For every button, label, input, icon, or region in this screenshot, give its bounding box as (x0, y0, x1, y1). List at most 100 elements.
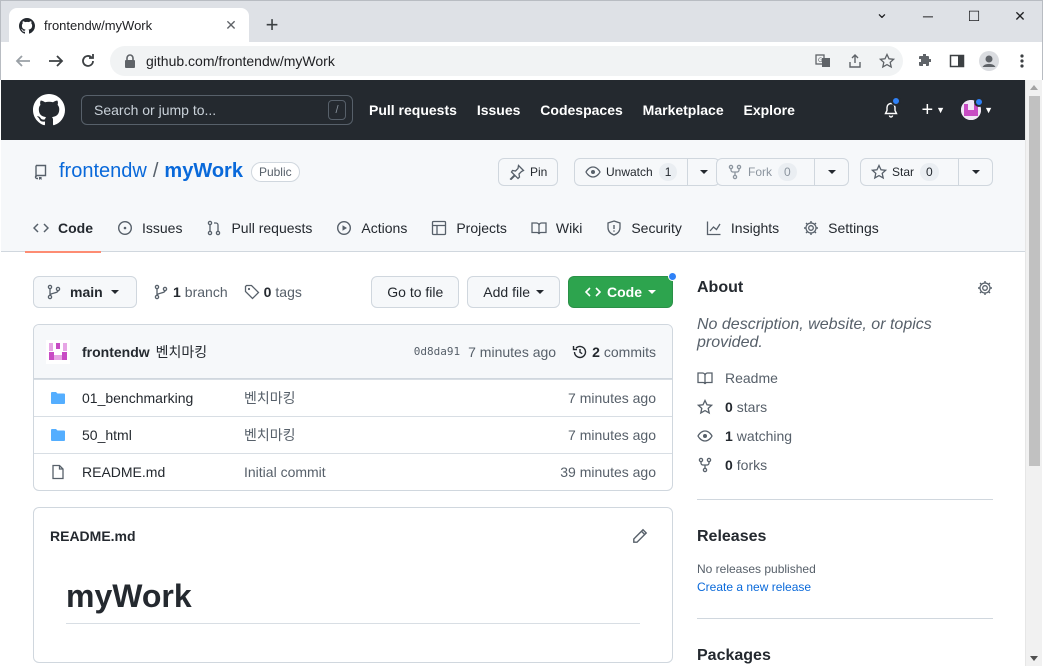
bookmark-star-icon[interactable] (871, 46, 903, 76)
translate-icon[interactable]: G (807, 46, 839, 76)
repo-icon (33, 164, 49, 180)
maximize-button[interactable]: ☐ (960, 7, 988, 25)
tab-label: Settings (828, 220, 879, 236)
go-to-file-button[interactable]: Go to file (371, 276, 460, 308)
create-release-link[interactable]: Create a new release (697, 580, 993, 594)
commit-history-link[interactable]: 2 commits (572, 344, 656, 360)
pencil-icon[interactable] (632, 528, 648, 544)
tab-title: frontendw/myWork (44, 18, 153, 33)
tab-code[interactable]: Code (25, 204, 101, 253)
commit-message-link[interactable]: 벤치마킹 (156, 342, 414, 362)
github-search-input[interactable]: Search or jump to... / (81, 95, 353, 125)
tab-projects[interactable]: Projects (423, 204, 515, 252)
forward-icon[interactable] (46, 51, 66, 71)
file-commit-message[interactable]: Initial commit (244, 464, 560, 480)
nav-pull-requests[interactable]: Pull requests (369, 102, 457, 118)
file-commit-message[interactable]: 벤치마킹 (244, 388, 568, 408)
caret-down-icon (827, 170, 836, 174)
pin-button[interactable]: Pin (498, 158, 559, 186)
branch-select-button[interactable]: main (33, 276, 137, 308)
file-name-link[interactable]: 01_benchmarking (82, 390, 244, 406)
header-right: + ▼ ▼ (883, 80, 993, 140)
readme-label: Readme (725, 370, 778, 386)
avatar[interactable] (46, 339, 70, 364)
pin-icon (509, 164, 525, 180)
tab-settings[interactable]: Settings (795, 204, 887, 252)
commit-count-word: commits (603, 343, 656, 360)
browser-tab[interactable]: frontendw/myWork ✕ (9, 8, 249, 43)
commit-sha-link[interactable]: 0d8da91 (414, 345, 460, 358)
file-commit-message[interactable]: 벤치마킹 (244, 425, 568, 445)
fork-label: Fork (748, 165, 772, 179)
folder-icon (50, 427, 66, 443)
star-dropdown-button[interactable] (959, 158, 993, 186)
tab-insights[interactable]: Insights (698, 204, 787, 252)
tab-security[interactable]: Security (598, 204, 690, 252)
user-menu-dropdown[interactable]: ▼ (961, 97, 993, 120)
search-placeholder[interactable]: Search or jump to... (94, 102, 328, 118)
tab-issues[interactable]: Issues (109, 204, 190, 252)
stars-link[interactable]: 0 stars (697, 399, 993, 415)
packages-title[interactable]: Packages (697, 647, 993, 665)
tags-link[interactable]: 0 tags (244, 284, 302, 300)
fork-button[interactable]: Fork 0 (716, 158, 815, 186)
watch-count: 1 (658, 163, 678, 181)
side-panel-icon[interactable] (947, 51, 967, 71)
forks-link[interactable]: 0 forks (697, 457, 993, 473)
releases-title[interactable]: Releases (697, 528, 993, 546)
github-logo-icon[interactable] (33, 94, 65, 126)
tab-search-icon[interactable]: ⌄ (868, 5, 896, 23)
nav-marketplace[interactable]: Marketplace (643, 102, 724, 118)
share-icon[interactable] (839, 46, 871, 76)
nav-issues[interactable]: Issues (477, 102, 521, 118)
readme-filename[interactable]: README.md (50, 528, 632, 544)
watching-link[interactable]: 1 watching (697, 428, 993, 444)
reload-icon[interactable] (78, 51, 98, 71)
scroll-down-arrow-icon[interactable] (1030, 656, 1038, 661)
tab-close-icon[interactable]: ✕ (223, 17, 239, 34)
search-shortcut-key: / (328, 100, 346, 120)
file-name-link[interactable]: README.md (82, 464, 244, 480)
tab-pull-requests[interactable]: Pull requests (198, 204, 320, 252)
add-file-button[interactable]: Add file (467, 276, 560, 308)
graph-icon (706, 220, 722, 236)
new-tab-button[interactable]: + (261, 13, 283, 37)
create-new-dropdown[interactable]: + ▼ (921, 99, 945, 122)
extensions-icon[interactable] (915, 51, 935, 71)
back-icon[interactable] (13, 51, 33, 71)
table-row[interactable]: README.md Initial commit 39 minutes ago (34, 453, 672, 490)
browser-menu-icon[interactable] (1012, 51, 1032, 71)
repo-owner-link[interactable]: frontendw (59, 160, 147, 183)
commit-author-link[interactable]: frontendw (82, 344, 150, 360)
nav-explore[interactable]: Explore (744, 102, 795, 118)
nav-codespaces[interactable]: Codespaces (540, 102, 622, 118)
repo-name-link[interactable]: myWork (164, 160, 243, 183)
branches-link[interactable]: 1 branch (153, 284, 228, 300)
star-button-group: Star 0 (860, 158, 993, 186)
minimize-button[interactable]: ─ (914, 7, 942, 25)
fork-dropdown-button[interactable] (815, 158, 849, 186)
readme-link[interactable]: Readme (697, 370, 993, 386)
tab-wiki[interactable]: Wiki (523, 204, 590, 252)
file-commit-time: 7 minutes ago (568, 427, 656, 443)
star-icon (697, 399, 713, 415)
star-button[interactable]: Star 0 (860, 158, 959, 186)
tab-actions[interactable]: Actions (328, 204, 415, 252)
gear-icon[interactable] (977, 280, 993, 296)
scrollbar-thumb[interactable] (1029, 96, 1040, 466)
github-favicon-icon (19, 17, 35, 34)
table-row[interactable]: 50_html 벤치마킹 7 minutes ago (34, 416, 672, 453)
notifications-bell-icon[interactable] (883, 96, 903, 120)
address-bar[interactable]: github.com/frontendw/myWork G (110, 46, 903, 76)
close-window-button[interactable]: ✕ (1006, 7, 1034, 25)
url-text[interactable]: github.com/frontendw/myWork (146, 53, 807, 69)
table-row[interactable]: 01_benchmarking 벤치마킹 7 minutes ago (34, 379, 672, 416)
profile-icon[interactable] (979, 51, 999, 71)
lock-icon[interactable] (124, 54, 136, 68)
scroll-up-arrow-icon[interactable] (1030, 85, 1038, 90)
unwatch-button[interactable]: Unwatch 1 (574, 158, 689, 186)
page-scrollbar[interactable] (1025, 80, 1042, 666)
watching-count: 1 (725, 428, 733, 444)
file-name-link[interactable]: 50_html (82, 427, 244, 443)
code-button[interactable]: Code (568, 272, 677, 308)
